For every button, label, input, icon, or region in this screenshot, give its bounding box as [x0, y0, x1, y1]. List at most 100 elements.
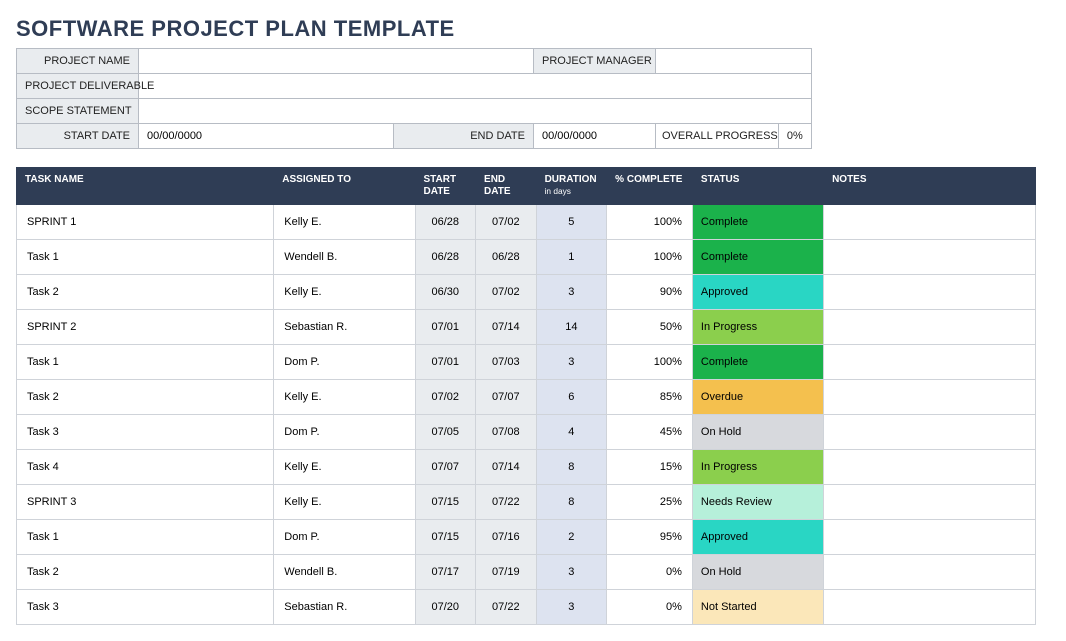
cell-duration[interactable]: 3	[536, 590, 607, 625]
cell-task[interactable]: Task 4	[17, 450, 274, 485]
cell-task[interactable]: SPRINT 2	[17, 310, 274, 345]
cell-start[interactable]: 06/28	[415, 205, 476, 240]
value-start-date[interactable]: 00/00/0000	[139, 124, 394, 149]
value-scope-statement[interactable]	[139, 99, 812, 124]
cell-task[interactable]: Task 1	[17, 520, 274, 555]
cell-duration[interactable]: 8	[536, 450, 607, 485]
cell-notes[interactable]	[824, 485, 1036, 520]
cell-start[interactable]: 07/01	[415, 310, 476, 345]
cell-task[interactable]: Task 3	[17, 415, 274, 450]
cell-assigned[interactable]: Dom P.	[274, 345, 415, 380]
cell-pct[interactable]: 0%	[607, 555, 693, 590]
cell-start[interactable]: 07/15	[415, 520, 476, 555]
cell-start[interactable]: 06/28	[415, 240, 476, 275]
cell-assigned[interactable]: Wendell B.	[274, 240, 415, 275]
cell-assigned[interactable]: Kelly E.	[274, 485, 415, 520]
value-end-date[interactable]: 00/00/0000	[534, 124, 656, 149]
cell-task[interactable]: Task 3	[17, 590, 274, 625]
cell-assigned[interactable]: Kelly E.	[274, 380, 415, 415]
cell-pct[interactable]: 100%	[607, 205, 693, 240]
cell-notes[interactable]	[824, 555, 1036, 590]
value-project-name[interactable]	[139, 49, 534, 74]
cell-assigned[interactable]: Kelly E.	[274, 275, 415, 310]
cell-status[interactable]: Approved	[692, 520, 823, 555]
cell-end[interactable]: 07/02	[476, 205, 537, 240]
cell-status[interactable]: Not Started	[692, 590, 823, 625]
cell-task[interactable]: Task 1	[17, 345, 274, 380]
cell-status[interactable]: Approved	[692, 275, 823, 310]
cell-notes[interactable]	[824, 590, 1036, 625]
cell-notes[interactable]	[824, 310, 1036, 345]
cell-status[interactable]: Complete	[692, 345, 823, 380]
cell-assigned[interactable]: Dom P.	[274, 415, 415, 450]
cell-status[interactable]: In Progress	[692, 450, 823, 485]
value-overall-progress[interactable]: 0%	[779, 124, 811, 148]
cell-pct[interactable]: 15%	[607, 450, 693, 485]
cell-duration[interactable]: 3	[536, 345, 607, 380]
cell-assigned[interactable]: Sebastian R.	[274, 310, 415, 345]
cell-duration[interactable]: 3	[536, 555, 607, 590]
cell-pct[interactable]: 85%	[607, 380, 693, 415]
cell-assigned[interactable]: Sebastian R.	[274, 590, 415, 625]
cell-duration[interactable]: 14	[536, 310, 607, 345]
cell-notes[interactable]	[824, 415, 1036, 450]
cell-end[interactable]: 07/14	[476, 310, 537, 345]
cell-status[interactable]: On Hold	[692, 415, 823, 450]
cell-duration[interactable]: 6	[536, 380, 607, 415]
cell-pct[interactable]: 95%	[607, 520, 693, 555]
cell-task[interactable]: Task 2	[17, 380, 274, 415]
cell-end[interactable]: 07/08	[476, 415, 537, 450]
cell-pct[interactable]: 0%	[607, 590, 693, 625]
cell-status[interactable]: On Hold	[692, 555, 823, 590]
cell-task[interactable]: Task 2	[17, 555, 274, 590]
cell-assigned[interactable]: Kelly E.	[274, 205, 415, 240]
cell-notes[interactable]	[824, 205, 1036, 240]
cell-notes[interactable]	[824, 275, 1036, 310]
cell-start[interactable]: 06/30	[415, 275, 476, 310]
value-project-manager[interactable]	[656, 49, 812, 74]
cell-status[interactable]: In Progress	[692, 310, 823, 345]
cell-duration[interactable]: 1	[536, 240, 607, 275]
cell-start[interactable]: 07/07	[415, 450, 476, 485]
cell-end[interactable]: 07/16	[476, 520, 537, 555]
cell-start[interactable]: 07/01	[415, 345, 476, 380]
cell-end[interactable]: 07/02	[476, 275, 537, 310]
cell-duration[interactable]: 3	[536, 275, 607, 310]
cell-pct[interactable]: 45%	[607, 415, 693, 450]
cell-start[interactable]: 07/05	[415, 415, 476, 450]
cell-notes[interactable]	[824, 240, 1036, 275]
cell-notes[interactable]	[824, 520, 1036, 555]
cell-end[interactable]: 07/14	[476, 450, 537, 485]
cell-pct[interactable]: 100%	[607, 345, 693, 380]
cell-end[interactable]: 07/03	[476, 345, 537, 380]
cell-start[interactable]: 07/17	[415, 555, 476, 590]
cell-pct[interactable]: 100%	[607, 240, 693, 275]
cell-notes[interactable]	[824, 345, 1036, 380]
cell-task[interactable]: SPRINT 1	[17, 205, 274, 240]
cell-pct[interactable]: 50%	[607, 310, 693, 345]
cell-status[interactable]: Overdue	[692, 380, 823, 415]
cell-notes[interactable]	[824, 380, 1036, 415]
cell-status[interactable]: Complete	[692, 240, 823, 275]
cell-start[interactable]: 07/20	[415, 590, 476, 625]
cell-task[interactable]: Task 1	[17, 240, 274, 275]
cell-status[interactable]: Needs Review	[692, 485, 823, 520]
cell-duration[interactable]: 4	[536, 415, 607, 450]
cell-pct[interactable]: 90%	[607, 275, 693, 310]
cell-start[interactable]: 07/15	[415, 485, 476, 520]
cell-duration[interactable]: 2	[536, 520, 607, 555]
cell-end[interactable]: 07/22	[476, 590, 537, 625]
cell-end[interactable]: 07/07	[476, 380, 537, 415]
cell-end[interactable]: 07/19	[476, 555, 537, 590]
cell-duration[interactable]: 5	[536, 205, 607, 240]
cell-task[interactable]: SPRINT 3	[17, 485, 274, 520]
cell-notes[interactable]	[824, 450, 1036, 485]
cell-end[interactable]: 06/28	[476, 240, 537, 275]
cell-task[interactable]: Task 2	[17, 275, 274, 310]
value-project-deliverable[interactable]	[139, 74, 812, 99]
cell-duration[interactable]: 8	[536, 485, 607, 520]
cell-end[interactable]: 07/22	[476, 485, 537, 520]
cell-status[interactable]: Complete	[692, 205, 823, 240]
cell-assigned[interactable]: Wendell B.	[274, 555, 415, 590]
cell-pct[interactable]: 25%	[607, 485, 693, 520]
